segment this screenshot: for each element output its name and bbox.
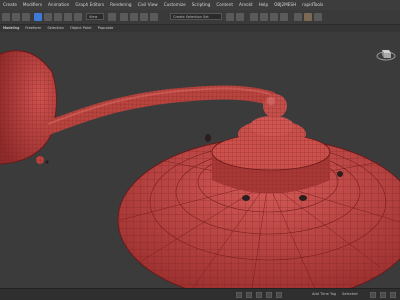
lamp-mesh-render [0,50,400,288]
key-icon[interactable] [236,292,242,298]
link-icon[interactable] [22,13,30,21]
menu-animation[interactable]: Animation [48,0,69,10]
menu-arnold[interactable]: Arnold [239,0,253,10]
selected-dropdown[interactable]: Selected [342,292,358,296]
menu-customize[interactable]: Customize [164,0,186,10]
menu-civil-view[interactable]: Civil View [138,0,158,10]
add-time-tag-button[interactable]: Add Time Tag [312,292,336,296]
material-editor-icon[interactable] [280,13,288,21]
percent-snap-icon[interactable] [140,13,148,21]
render-setup-icon[interactable] [294,13,302,21]
snap-icon[interactable] [120,13,128,21]
align-icon[interactable] [236,13,244,21]
menu-create[interactable]: Create [3,0,17,10]
menu-content[interactable]: Content [216,0,233,10]
menu-scripting[interactable]: Scripting [192,0,211,10]
tab-modeling[interactable]: Modeling [3,25,19,32]
tab-object-paint[interactable]: Object Paint [70,25,92,32]
menu-graph-editors[interactable]: Graph Editors [75,0,104,10]
ribbon: Modeling Freeform Selection Object Paint… [0,25,400,32]
tab-populate[interactable]: Populate [98,25,114,32]
undo-icon[interactable] [2,13,10,21]
next-frame-icon[interactable] [266,292,272,298]
prev-frame-icon[interactable] [246,292,252,298]
play-icon[interactable] [256,292,262,298]
curve-editor-icon[interactable] [260,13,268,21]
perspective-viewport[interactable] [0,32,400,288]
pan-icon[interactable] [380,292,386,298]
view-dropdown[interactable]: View [86,13,104,20]
move-icon[interactable] [44,13,52,21]
render-frame-icon[interactable] [314,13,322,21]
zoom-icon[interactable] [370,292,376,298]
pivot-icon[interactable] [108,13,116,21]
tab-selection[interactable]: Selection [47,25,64,32]
redo-icon[interactable] [12,13,20,21]
spinner-snap-icon[interactable] [150,13,158,21]
lamp-arm [41,85,277,135]
placement-icon[interactable] [74,13,82,21]
orbit-icon[interactable] [390,292,396,298]
menu-rendering[interactable]: Rendering [110,0,131,10]
menu-help[interactable]: Help [259,0,269,10]
status-bar: Add Time Tag Selected [0,288,400,300]
select-icon[interactable] [34,13,42,21]
schematic-icon[interactable] [270,13,278,21]
render-icon[interactable] [304,13,312,21]
rotate-icon[interactable] [54,13,62,21]
wall-plate [0,50,58,165]
layer-icon[interactable] [250,13,258,21]
main-toolbar: View Create Selection Set [0,10,400,25]
angle-snap-icon[interactable] [130,13,138,21]
tab-freeform[interactable]: Freeform [25,25,41,32]
menu-modifiers[interactable]: Modifiers [23,0,42,10]
lamp-canopy [211,94,331,194]
menu-obj2mesh[interactable]: OBJ2MESH [274,0,296,10]
3dsmax-window: Create Modifiers Animation Graph Editors… [0,0,400,300]
selection-set-dropdown[interactable]: Create Selection Set [170,13,222,20]
viewcube-icon[interactable] [376,46,396,62]
scale-icon[interactable] [64,13,72,21]
mirror-icon[interactable] [226,13,234,21]
end-frame-icon[interactable] [276,292,282,298]
menu-rapidtools[interactable]: rapidTools [302,0,323,10]
